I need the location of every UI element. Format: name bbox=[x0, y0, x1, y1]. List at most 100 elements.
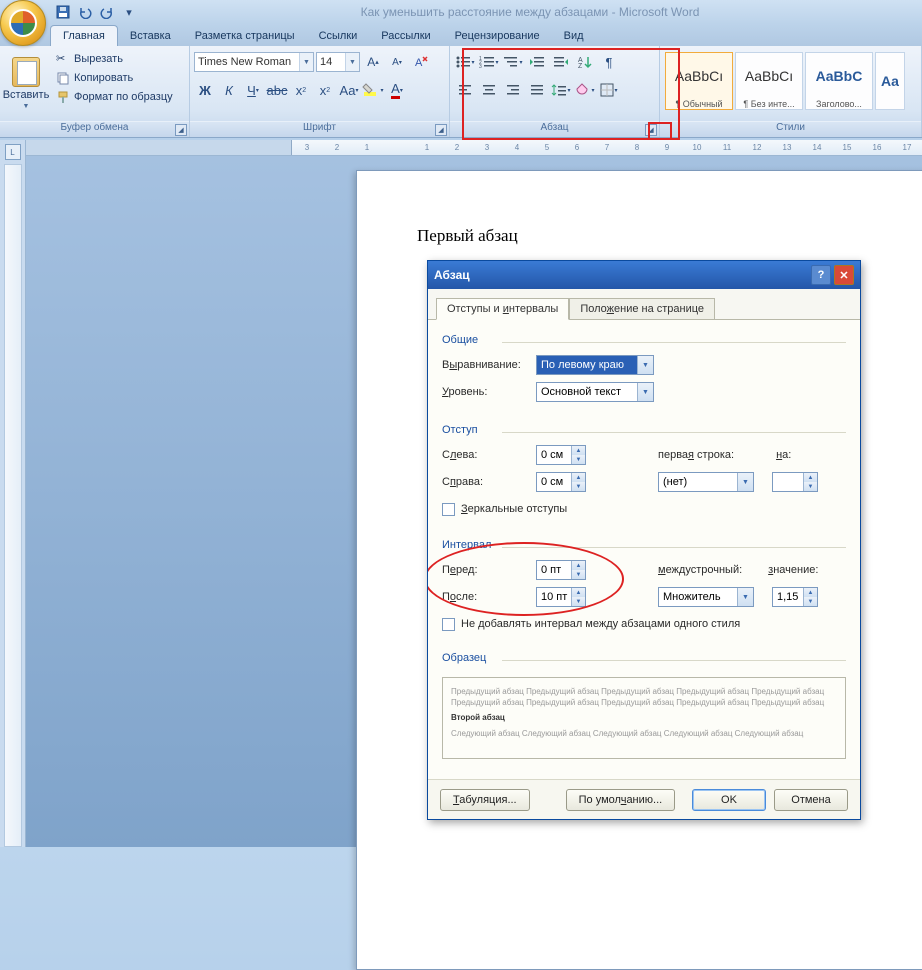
superscript-icon[interactable]: x2 bbox=[314, 79, 336, 101]
clipboard-dialog-launcher[interactable]: ◢ bbox=[175, 124, 187, 136]
no-space-checkbox[interactable] bbox=[442, 618, 455, 631]
qat-dropdown-icon[interactable]: ▾ bbox=[120, 3, 138, 21]
first-line-by-spin[interactable]: ▲▼ bbox=[772, 472, 818, 492]
highlight-icon[interactable]: ▾ bbox=[362, 79, 384, 101]
dialog-title: Абзац bbox=[434, 268, 470, 282]
paragraph-dialog-launcher[interactable]: ◢ bbox=[645, 124, 657, 136]
increase-indent-icon[interactable] bbox=[550, 51, 572, 73]
style-no-spacing[interactable]: AaBbCı¶ Без инте... bbox=[735, 52, 803, 110]
redo-icon[interactable] bbox=[98, 3, 116, 21]
indent-section: Отступ bbox=[442, 420, 846, 442]
copy-button[interactable]: Копировать bbox=[52, 69, 177, 87]
format-painter-button[interactable]: Формат по образцу bbox=[52, 88, 177, 106]
tab-home[interactable]: Главная bbox=[50, 25, 118, 46]
grow-font-icon[interactable]: A▴ bbox=[362, 51, 384, 73]
tab-line-breaks[interactable]: Положение на странице bbox=[569, 298, 715, 320]
line-spacing-label: междустрочный: bbox=[658, 564, 742, 576]
borders-icon[interactable]: ▾ bbox=[598, 79, 620, 101]
bold-icon[interactable]: Ж bbox=[194, 79, 216, 101]
value-label: значение: bbox=[768, 564, 818, 576]
level-combo[interactable]: Основной текст▼ bbox=[536, 382, 654, 402]
paragraph-group-label: Абзац bbox=[540, 122, 568, 133]
font-dialog-launcher[interactable]: ◢ bbox=[435, 124, 447, 136]
left-label: Слева: bbox=[442, 449, 530, 461]
first-line-combo[interactable]: (нет)▼ bbox=[658, 472, 754, 492]
tab-view[interactable]: Вид bbox=[552, 25, 596, 46]
right-indent-spin[interactable]: 0 см▲▼ bbox=[536, 472, 586, 492]
before-label: Перед: bbox=[442, 564, 530, 576]
dialog-tabs: Отступы и интервалы Положение на страниц… bbox=[428, 289, 860, 320]
font-color-icon[interactable]: A▾ bbox=[386, 79, 408, 101]
style-more[interactable]: Aa bbox=[875, 52, 905, 110]
numbering-icon[interactable]: 123▾ bbox=[478, 51, 500, 73]
subscript-icon[interactable]: x2 bbox=[290, 79, 312, 101]
tab-references[interactable]: Ссылки bbox=[307, 25, 370, 46]
help-icon[interactable]: ? bbox=[811, 265, 831, 285]
mirror-indents-checkbox[interactable] bbox=[442, 503, 455, 516]
line-spacing-combo[interactable]: Множитель▼ bbox=[658, 587, 754, 607]
before-spin[interactable]: 0 пт▲▼ bbox=[536, 560, 586, 580]
tab-selector[interactable]: L bbox=[5, 144, 21, 160]
vertical-ruler[interactable] bbox=[4, 164, 22, 847]
tab-mailings[interactable]: Рассылки bbox=[369, 25, 442, 46]
svg-text:3: 3 bbox=[479, 64, 482, 69]
styles-group-label: Стили bbox=[776, 122, 805, 133]
tab-review[interactable]: Рецензирование bbox=[443, 25, 552, 46]
cancel-button[interactable]: Отмена bbox=[774, 789, 848, 811]
document-text: Первый абзац bbox=[417, 226, 518, 246]
tab-indents-spacing[interactable]: Отступы и интервалы bbox=[436, 298, 569, 320]
undo-icon[interactable] bbox=[76, 3, 94, 21]
brush-icon bbox=[56, 90, 70, 104]
copy-icon bbox=[56, 71, 70, 85]
show-marks-icon[interactable]: ¶ bbox=[598, 51, 620, 73]
multilevel-icon[interactable]: ▾ bbox=[502, 51, 524, 73]
paste-icon bbox=[12, 57, 40, 87]
sort-icon[interactable]: AZ bbox=[574, 51, 596, 73]
ribbon-tabs: Главная Вставка Разметка страницы Ссылки… bbox=[0, 24, 922, 46]
style-heading1[interactable]: AaBbCЗаголово... bbox=[805, 52, 873, 110]
paste-button[interactable]: Вставить ▼ bbox=[4, 50, 48, 117]
shading-icon[interactable]: ▾ bbox=[574, 79, 596, 101]
ok-button[interactable]: OK bbox=[692, 789, 766, 811]
justify-icon[interactable] bbox=[526, 79, 548, 101]
close-icon[interactable]: ✕ bbox=[834, 265, 854, 285]
alignment-combo[interactable]: По левому краю▼ bbox=[536, 355, 654, 375]
tab-layout[interactable]: Разметка страницы bbox=[183, 25, 307, 46]
sample-section: Образец bbox=[442, 648, 846, 670]
ribbon: Вставить ▼ ✂Вырезать Копировать Формат п… bbox=[0, 46, 922, 138]
tabs-button[interactable]: Табуляция... bbox=[440, 789, 530, 811]
cut-button[interactable]: ✂Вырезать bbox=[52, 50, 177, 68]
horizontal-ruler[interactable]: 3211234567891011121314151617 bbox=[26, 140, 922, 156]
no-space-label: Не добавлять интервал между абзацами одн… bbox=[461, 618, 740, 630]
dialog-titlebar[interactable]: Абзац ? ✕ bbox=[428, 261, 860, 289]
first-line-label: первая строка: bbox=[658, 449, 734, 461]
align-center-icon[interactable] bbox=[478, 79, 500, 101]
after-spin[interactable]: 10 пт▲▼ bbox=[536, 587, 586, 607]
right-label: Справа: bbox=[442, 476, 530, 488]
shrink-font-icon[interactable]: A▾ bbox=[386, 51, 408, 73]
default-button[interactable]: По умолчанию... bbox=[566, 789, 676, 811]
line-spacing-value-spin[interactable]: 1,15▲▼ bbox=[772, 587, 818, 607]
scissors-icon: ✂ bbox=[56, 52, 70, 66]
decrease-indent-icon[interactable] bbox=[526, 51, 548, 73]
left-indent-spin[interactable]: 0 см▲▼ bbox=[536, 445, 586, 465]
clear-format-icon[interactable]: A bbox=[410, 51, 432, 73]
by-label: на: bbox=[776, 449, 791, 461]
tab-insert[interactable]: Вставка bbox=[118, 25, 183, 46]
svg-text:A: A bbox=[415, 57, 423, 69]
underline-icon[interactable]: Ч▾ bbox=[242, 79, 264, 101]
alignment-label: Выравнивание: bbox=[442, 359, 530, 371]
font-name-combo[interactable]: Times New Roman▼ bbox=[194, 52, 314, 72]
left-rail: L bbox=[0, 140, 26, 847]
line-spacing-icon[interactable]: ▾ bbox=[550, 79, 572, 101]
save-icon[interactable] bbox=[54, 3, 72, 21]
style-normal[interactable]: AaBbCı¶ Обычный bbox=[665, 52, 733, 110]
bullets-icon[interactable]: ▾ bbox=[454, 51, 476, 73]
change-case-icon[interactable]: Aa▾ bbox=[338, 79, 360, 101]
italic-icon[interactable]: К bbox=[218, 79, 240, 101]
align-left-icon[interactable] bbox=[454, 79, 476, 101]
align-right-icon[interactable] bbox=[502, 79, 524, 101]
strike-icon[interactable]: abс bbox=[266, 79, 288, 101]
office-button[interactable] bbox=[0, 0, 46, 46]
font-size-combo[interactable]: 14▼ bbox=[316, 52, 360, 72]
